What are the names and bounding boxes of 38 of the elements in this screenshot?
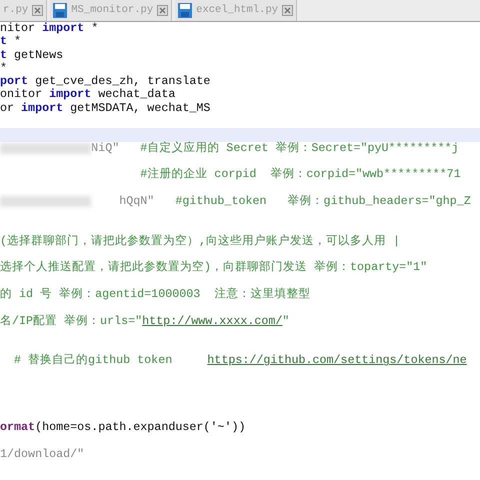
- url-link[interactable]: https://github.com/settings/tokens/ne: [207, 354, 467, 368]
- file-tab[interactable]: r.py: [0, 0, 48, 21]
- url-link[interactable]: http://www.xxxx.com/: [142, 314, 282, 328]
- code-comment: #注册的企业 corpid 举例：corpid="wwb*********71: [139, 168, 461, 182]
- code-comment: 选择个人推送配置，请把此参数置为空)，向群聊部门发送 举例：toparty="1": [0, 261, 428, 275]
- code-comment: ": [282, 314, 290, 328]
- keyword: t: [0, 48, 8, 62]
- file-tab[interactable]: excel_html.py: [175, 0, 298, 21]
- code-comment: #自定义应用的 Secret 举例：Secret="pyU*********j: [139, 142, 459, 155]
- code-comment: #github_token 举例：github_headers="ghp_Z: [174, 194, 471, 208]
- code-text: getNews: [13, 48, 64, 62]
- close-icon[interactable]: [157, 5, 168, 16]
- keyword: import: [21, 102, 64, 116]
- code-text: *: [13, 35, 22, 49]
- code-text: *: [90, 22, 98, 36]
- file-tab[interactable]: MS_monitor.py: [50, 0, 172, 21]
- keyword: port: [0, 75, 28, 88]
- code-comment: # 替换自己的github token: [13, 354, 174, 368]
- code-comment: 名/IP配置 举例：urls=": [0, 314, 142, 328]
- function-name: ormat: [0, 420, 36, 434]
- code-text: (home=os.path.expanduser('~')): [35, 420, 246, 434]
- close-icon[interactable]: [282, 5, 294, 16]
- close-icon[interactable]: [32, 5, 44, 16]
- code-text: wechat_data: [97, 88, 176, 102]
- code-text: get_cve_des_zh, translate: [34, 75, 210, 88]
- keyword: import: [42, 22, 84, 36]
- code-text: or: [0, 102, 16, 116]
- code-text: getMSDATA, wechat_MS: [69, 102, 210, 116]
- keyword: t: [0, 35, 8, 49]
- code-comment: 的 id 号 举例：agentid=1000003 注意：这里填整型: [0, 288, 310, 302]
- keyword: import: [49, 88, 92, 102]
- code-comment: (选择群聊部门，请把此参数置为空）,向这些用户账户发送，可以多人用 |: [0, 234, 400, 248]
- code-text: nitor: [0, 22, 36, 36]
- string-literal: 1/download/": [0, 448, 84, 461]
- string-literal: hQqN": [118, 194, 154, 208]
- string-literal: NiQ": [91, 142, 120, 155]
- code-text: *: [0, 62, 8, 76]
- code-text: onitor: [0, 88, 44, 102]
